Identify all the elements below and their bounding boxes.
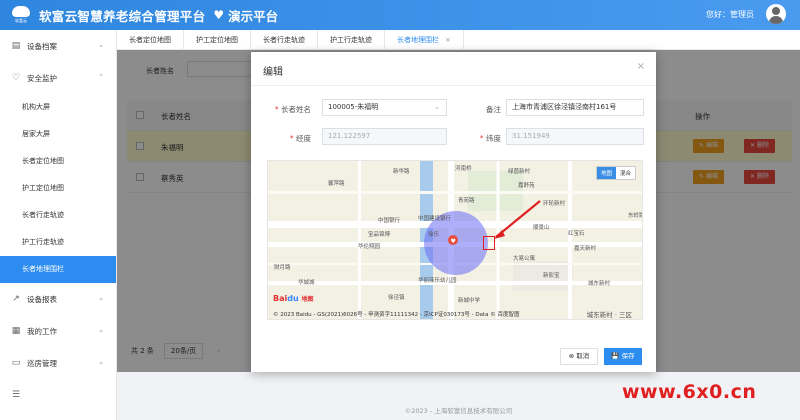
svg-text:♥: ♥ (451, 238, 456, 245)
sidebar-item-org-screen[interactable]: 机构大屏 (0, 94, 116, 121)
logo-text: 软富云 (15, 18, 27, 23)
map-type-switch[interactable]: 地图 混合 (595, 166, 636, 180)
chevron-up-icon: ⌃ (98, 73, 104, 81)
fence-map[interactable]: ♥ 地图 混合 河南桥 馨萍路 青苑路 嘉舒苑 中国银行 中国建设银行 宝品锦博… (267, 160, 643, 320)
cancel-button[interactable]: ⊗ 取消 (560, 348, 598, 365)
brand-logo: 软富云 (9, 4, 33, 26)
edit-dialog: 编辑 × * 长者姓名 100005-朱福明 ⌄ 备注 上海市青浦区徐泾镇泾南村1… (251, 52, 656, 372)
sidebar-item-elder-fence[interactable]: 长者地理围栏 (0, 256, 116, 283)
sidebar-group-label: 巡房管理 (27, 358, 57, 368)
sidebar-group-device-report[interactable]: ↗ 设备报表 ⌄ (0, 283, 116, 315)
cloud-icon (12, 6, 30, 17)
map-label: 馨萍路 (328, 181, 345, 187)
latitude-label: * 纬度 (479, 134, 501, 143)
sidebar-group-label: 安全监护 (27, 73, 57, 83)
map-label: 新影宝 (543, 273, 560, 279)
sidebar-item-elder-track[interactable]: 长者行走轨迹 (0, 202, 116, 229)
tab-carer-track[interactable]: 护工行走轨迹 (318, 30, 385, 50)
dialog-title: 编辑 (263, 67, 283, 78)
map-label: 华伦翔园 (358, 244, 381, 250)
calendar-icon: ▦ (11, 326, 21, 336)
chevron-down-icon: ⌄ (98, 294, 104, 302)
tab-elder-location[interactable]: 长者定位地图 (117, 30, 184, 50)
map-type-map[interactable]: 地图 (596, 167, 616, 179)
sidebar-group-safety[interactable]: ♡ 安全监护 ⌃ (0, 62, 116, 94)
tab-elder-track[interactable]: 长者行走轨迹 (251, 30, 318, 50)
chevron-down-icon: ⌄ (98, 326, 104, 334)
tab-label: 长者地理围栏 (397, 36, 439, 44)
site-watermark: www.6x0.cn (622, 381, 757, 403)
map-label: 徐乐 (428, 232, 440, 238)
map-label: 新华路 (393, 169, 410, 175)
tab-carer-location[interactable]: 护工定位地图 (184, 30, 251, 50)
longitude-label: * 经度 (289, 134, 311, 143)
chart-icon: ↗ (12, 294, 20, 304)
sidebar-group-label: 设备档案 (27, 41, 57, 51)
map-label: 徐泾镇 (388, 295, 405, 301)
map-label: 青苑路 (458, 198, 475, 204)
sidebar-group-more[interactable]: ☰ (0, 379, 116, 411)
footer-copyright: ©2023 - 上海软富信息技术有限公司 (404, 407, 513, 415)
elder-name-label: * 长者姓名 (274, 105, 311, 114)
map-label: 中国建设银行 (418, 216, 452, 222)
chevron-down-icon: ⌄ (434, 103, 440, 111)
map-label: 中国银行 (378, 218, 401, 224)
longitude-field: 121.122597 (322, 128, 447, 145)
tab-bar: 长者定位地图 护工定位地图 长者行走轨迹 护工行走轨迹 长者地理围栏 × (117, 30, 800, 50)
app-title: 软富云智慧养老综合管理平台 (39, 8, 206, 24)
close-icon[interactable]: × (445, 36, 451, 44)
sidebar-group-label: 设备报表 (27, 294, 57, 304)
close-icon[interactable]: × (637, 61, 645, 72)
list-icon: ☰ (11, 390, 21, 400)
elder-name-select[interactable]: 100005-朱福明 ⌄ (322, 99, 447, 116)
map-canvas[interactable]: ♥ (268, 161, 643, 320)
sidebar-item-carer-location[interactable]: 护工定位地图 (0, 175, 116, 202)
map-label: 河南桥 (455, 166, 472, 172)
highlight-box (483, 236, 495, 250)
user-greeting[interactable]: 您好：管理员 (706, 9, 754, 20)
map-label: 财月路 (274, 265, 291, 271)
map-copyright: © 2023 Baidu - GS(2021)6026号 - 甲测资字11111… (273, 312, 520, 318)
sidebar-group-my-work[interactable]: ▦ 我的工作 ⌄ (0, 315, 116, 347)
sidebar-group-ward-round[interactable]: ▭ 巡房管理 ⌄ (0, 347, 116, 379)
top-bar: 软富云 软富云智慧养老综合管理平台 ♥ 演示平台 您好：管理员 (0, 0, 800, 30)
heart-icon: ♥ (213, 8, 225, 22)
avatar[interactable] (766, 4, 786, 24)
map-label: 华丽菲乐幼儿园 (418, 278, 457, 284)
save-button[interactable]: 💾 保存 (604, 348, 642, 365)
divider (251, 85, 656, 86)
map-label: 嘉天新村 (574, 246, 597, 252)
map-label: 红宝石 (568, 231, 585, 237)
baidu-logo: Baidu 地图 (273, 294, 314, 303)
map-label: 华城城 (298, 280, 315, 286)
sidebar: ▤ 设备档案 ⌄ ♡ 安全监护 ⌃ 机构大屏 居家大屏 长者定位地图 护工定位地… (0, 30, 117, 420)
map-label: 东岭路 (628, 213, 643, 219)
map-label: 绿茵新村 (508, 169, 531, 175)
note-label: 备注 (486, 105, 501, 114)
map-label: 环轮新村 (543, 201, 566, 207)
tab-elder-fence[interactable]: 长者地理围栏 × (385, 30, 464, 50)
device-icon: ▤ (11, 41, 21, 51)
map-label: 大易公寓 (513, 256, 536, 262)
sidebar-group-label: 我的工作 (27, 326, 57, 336)
map-label: 城东新村 (588, 281, 611, 287)
map-area-label: 城东新村 · 三区 (586, 311, 632, 319)
map-label: 宝品锦博 (368, 232, 391, 238)
map-label: 顺景山 (533, 225, 550, 231)
map-label: 新城中学 (458, 298, 481, 304)
sidebar-group-device-archive[interactable]: ▤ 设备档案 ⌄ (0, 30, 116, 62)
bed-icon: ▭ (11, 358, 21, 368)
latitude-field: 31.151949 (506, 128, 644, 145)
chevron-down-icon: ⌄ (98, 358, 104, 366)
app-subtitle: 演示平台 (228, 8, 279, 24)
sidebar-item-elder-location[interactable]: 长者定位地图 (0, 148, 116, 175)
sidebar-item-home-screen[interactable]: 居家大屏 (0, 121, 116, 148)
map-type-hybrid[interactable]: 混合 (616, 167, 635, 179)
map-label: 嘉舒苑 (518, 183, 535, 189)
note-field[interactable]: 上海市青浦区徐泾镇泾南村161号 (506, 99, 644, 116)
chevron-down-icon: ⌄ (98, 41, 104, 49)
sidebar-item-carer-track[interactable]: 护工行走轨迹 (0, 229, 116, 256)
heart-pulse-icon: ♡ (11, 73, 21, 83)
